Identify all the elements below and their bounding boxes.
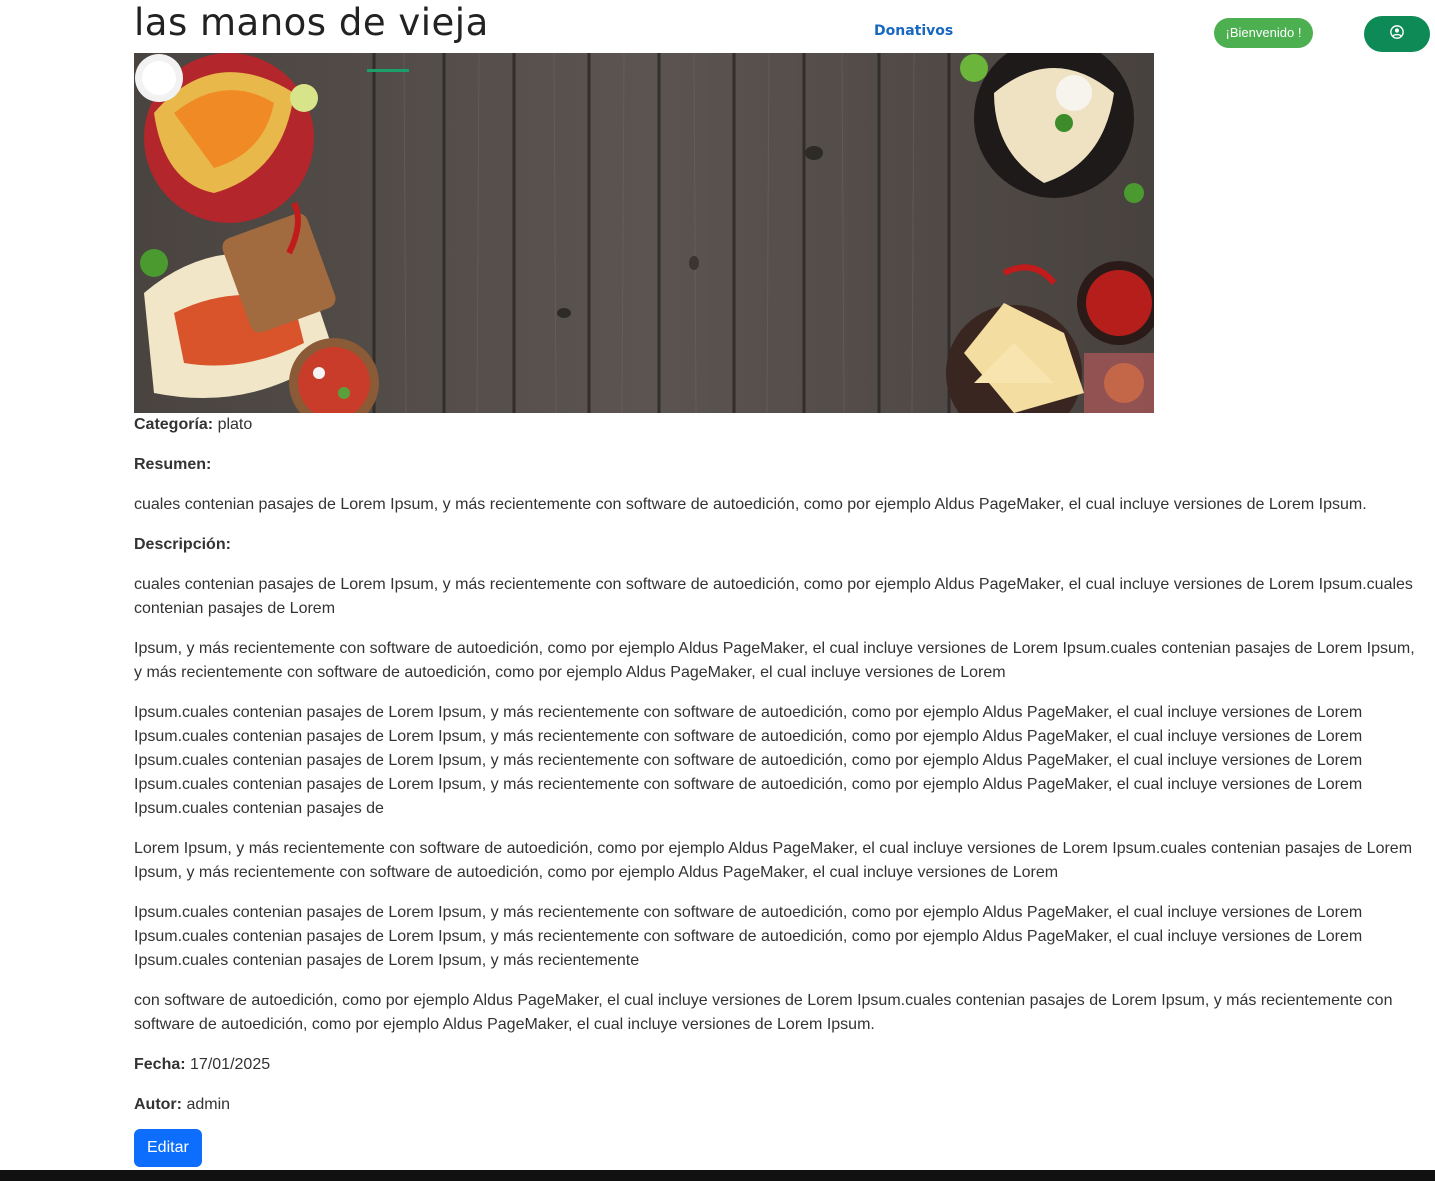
nav-link-donativos[interactable]: Donativos [874,23,953,39]
date-row: Fecha: 17/01/2025 [134,1053,1426,1077]
author-label: Autor: [134,1096,182,1113]
description-label: Descripción: [134,536,231,553]
summary-text: cuales contenian pasajes de Lorem Ipsum,… [134,496,1367,513]
date-label: Fecha: [134,1056,186,1073]
user-account-button[interactable] [1364,16,1430,52]
description-paragraph: con software de autoedición, como por ej… [134,992,1393,1033]
summary-label: Resumen: [134,456,212,473]
category-row: Categoría: plato [134,413,1426,437]
site-title[interactable]: las manos de vieja [134,0,489,50]
category-value: plato [217,416,253,433]
user-circle-icon [1390,24,1404,44]
hero-image [134,53,1154,413]
recipe-page: las manos de vieja Donativos ¡Bienvenido… [0,0,1435,1181]
description-paragraph: Ipsum, y más recientemente con software … [134,640,1415,681]
description-paragraph: Ipsum.cuales contenian pasajes de Lorem … [134,704,1363,817]
edit-button[interactable]: Editar [134,1129,202,1167]
nav-active-underline [367,69,409,72]
bottom-bar [0,1170,1435,1181]
date-value: 17/01/2025 [190,1056,271,1073]
recipe-details: Categoría: plato Resumen: cuales conteni… [134,413,1426,1167]
description-paragraph: cuales contenian pasajes de Lorem Ipsum,… [134,576,1413,617]
author-row: Autor: admin [134,1093,1426,1117]
description-paragraph: Lorem Ipsum, y más recientemente con sof… [134,840,1413,881]
author-value: admin [186,1096,231,1113]
welcome-badge[interactable]: ¡Bienvenido ! [1214,18,1313,48]
category-label: Categoría: [134,416,214,433]
description-paragraph: Ipsum.cuales contenian pasajes de Lorem … [134,904,1363,969]
